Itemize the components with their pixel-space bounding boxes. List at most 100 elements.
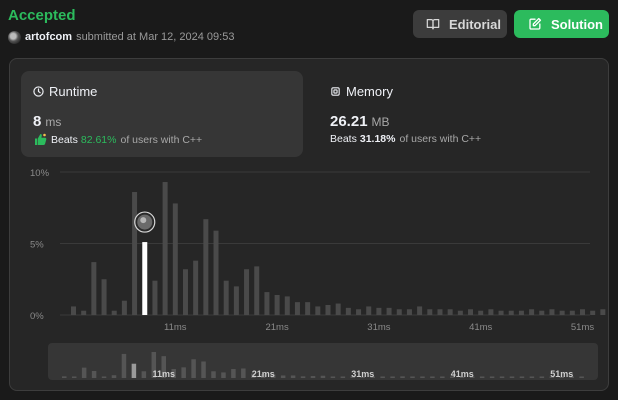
overview-bar <box>390 376 395 378</box>
distribution-bar[interactable] <box>539 310 545 315</box>
overview-bar <box>400 376 405 378</box>
overview-bar <box>499 376 505 378</box>
overview-bar <box>91 371 97 378</box>
distribution-bar[interactable] <box>417 306 423 315</box>
distribution-bar[interactable] <box>315 306 321 315</box>
distribution-bar[interactable] <box>366 306 372 315</box>
distribution-bar[interactable] <box>193 260 199 315</box>
distribution-bar[interactable] <box>233 286 239 315</box>
distribution-bar[interactable] <box>406 309 412 315</box>
overview-bar <box>489 376 495 378</box>
y-tick-label: 0% <box>30 311 44 322</box>
highlight-bar[interactable] <box>142 242 148 315</box>
distribution-bar[interactable] <box>508 310 514 315</box>
overview-bar <box>111 375 117 378</box>
username-link[interactable]: artofcom <box>25 31 72 43</box>
distribution-bar[interactable] <box>396 309 402 315</box>
distribution-bar[interactable] <box>182 269 188 315</box>
overview-bar <box>340 376 346 378</box>
y-tick-label: 5% <box>30 240 44 251</box>
submission-info: artofcom submitted at Mar 12, 2024 09:53 <box>8 30 234 44</box>
overview-tick-label: 21ms <box>252 369 275 379</box>
distribution-bar[interactable] <box>569 310 575 315</box>
overview-tick-label: 51ms <box>550 369 573 379</box>
distribution-bar[interactable] <box>478 310 484 315</box>
distribution-bar[interactable] <box>172 203 178 315</box>
distribution-bar[interactable] <box>111 310 117 315</box>
distribution-bar[interactable] <box>529 309 535 315</box>
solution-button[interactable]: Solution <box>514 10 609 38</box>
distribution-bar[interactable] <box>549 309 555 315</box>
distribution-bar[interactable] <box>335 303 341 315</box>
overview-bar <box>62 376 67 378</box>
distribution-bar[interactable] <box>559 310 565 315</box>
overview-bar <box>519 376 525 378</box>
submitted-text: submitted at Mar 12, 2024 09:53 <box>76 31 235 43</box>
distribution-bar[interactable] <box>580 309 585 315</box>
distribution-bar[interactable] <box>294 302 300 315</box>
overview-bar <box>101 376 107 378</box>
x-tick-label: 51ms <box>571 322 594 333</box>
overview-bar <box>191 359 196 378</box>
distribution-bar[interactable] <box>305 302 311 315</box>
distribution-bar[interactable] <box>274 294 280 315</box>
distribution-bar[interactable] <box>468 309 474 315</box>
distribution-bar[interactable] <box>81 310 87 315</box>
x-tick-label: 21ms <box>265 322 288 333</box>
overview-bar <box>539 376 545 378</box>
edit-icon <box>529 17 542 30</box>
editorial-button[interactable]: Editorial <box>413 10 507 38</box>
distribution-bar[interactable] <box>488 309 494 315</box>
distribution-bar[interactable] <box>121 300 127 315</box>
overview-bar <box>420 376 425 378</box>
distribution-bar[interactable] <box>264 292 270 315</box>
overview-bar <box>221 372 226 378</box>
distribution-bar[interactable] <box>376 307 382 315</box>
distribution-bar[interactable] <box>457 310 463 315</box>
overview-bar <box>290 375 296 378</box>
distribution-bar[interactable] <box>427 309 433 315</box>
overview-bar <box>440 376 445 378</box>
overview-bar <box>241 368 246 378</box>
solution-label: Solution <box>551 16 603 32</box>
overview-bar <box>71 376 77 378</box>
distribution-bar[interactable] <box>213 230 219 315</box>
x-tick-label: 31ms <box>367 322 390 333</box>
overview-bar <box>430 376 435 378</box>
distribution-bar[interactable] <box>386 307 392 315</box>
distribution-bar[interactable] <box>590 310 596 315</box>
distribution-bar[interactable] <box>71 306 76 315</box>
distribution-bar[interactable] <box>132 192 138 315</box>
overview-bar <box>320 375 326 378</box>
overview-panel[interactable] <box>48 343 598 380</box>
x-tick-label: 41ms <box>469 322 492 333</box>
distribution-bar[interactable] <box>284 296 290 315</box>
distribution-bar[interactable] <box>254 266 260 315</box>
overview-bar <box>330 376 336 378</box>
overview-bar <box>280 375 286 378</box>
distribution-bar[interactable] <box>356 309 362 315</box>
distribution-bar[interactable] <box>91 262 97 315</box>
overview-bar <box>181 367 186 378</box>
distribution-bar[interactable] <box>600 309 606 315</box>
distribution-bar[interactable] <box>223 280 229 315</box>
runtime-distribution-chart[interactable]: 10% 5% 0% 11ms 21ms 31ms 41ms 51ms 11ms 21ms 31ms 4… <box>10 59 610 392</box>
distribution-bar[interactable] <box>498 310 504 315</box>
overview-bar <box>509 376 515 378</box>
distribution-bar[interactable] <box>162 182 168 315</box>
distribution-bar[interactable] <box>518 310 524 315</box>
overview-bar <box>579 376 584 378</box>
distribution-bar[interactable] <box>437 309 443 315</box>
distribution-bar[interactable] <box>325 304 331 315</box>
distribution-bar[interactable] <box>203 219 209 315</box>
overview-bar <box>121 353 127 378</box>
overview-tick-label: 11ms <box>152 369 175 379</box>
distribution-bar[interactable] <box>447 309 453 315</box>
distribution-bar[interactable] <box>244 269 250 315</box>
distribution-bar[interactable] <box>101 279 107 315</box>
distribution-bar[interactable] <box>152 280 158 315</box>
overview-bar <box>81 367 87 378</box>
user-avatar[interactable] <box>8 30 21 44</box>
overview-bar <box>231 369 236 378</box>
distribution-bar[interactable] <box>345 307 351 315</box>
